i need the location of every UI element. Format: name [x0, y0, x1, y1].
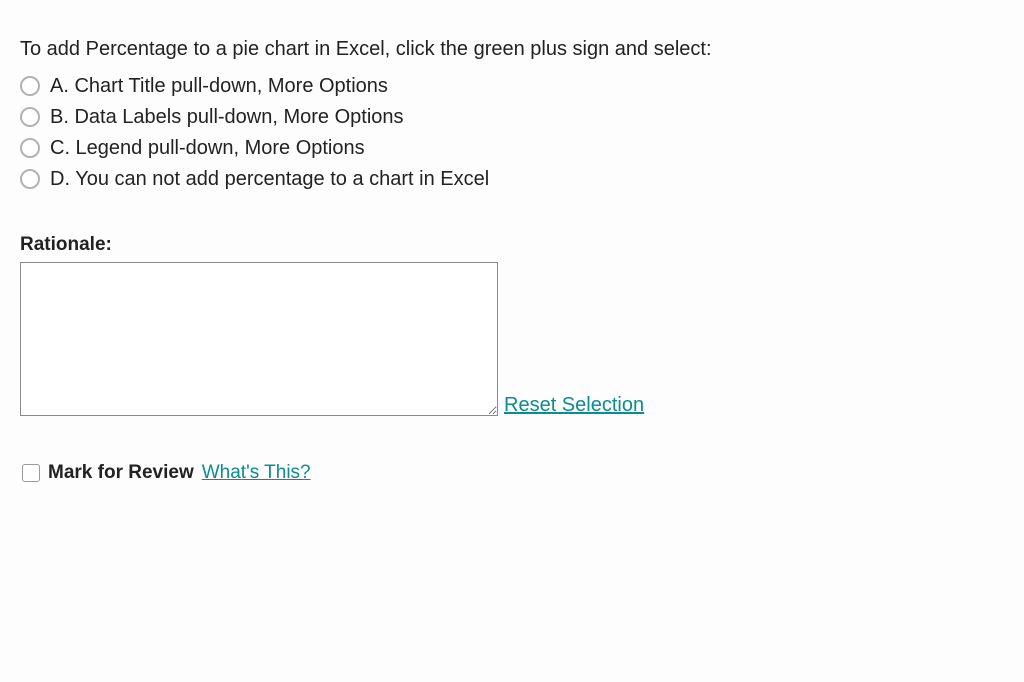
option-c-label: C. Legend pull-down, More Options: [50, 133, 365, 163]
option-c-row: C. Legend pull-down, More Options: [20, 133, 1004, 163]
option-a-radio[interactable]: [20, 76, 40, 96]
mark-for-review-checkbox[interactable]: [22, 464, 40, 482]
option-a-label: A. Chart Title pull-down, More Options: [50, 71, 388, 101]
option-c-radio[interactable]: [20, 138, 40, 158]
option-b-label: B. Data Labels pull-down, More Options: [50, 102, 404, 132]
option-d-label: D. You can not add percentage to a chart…: [50, 164, 489, 194]
option-b-row: B. Data Labels pull-down, More Options: [20, 102, 1004, 132]
rationale-row: Reset Selection: [20, 262, 1004, 416]
question-prompt: To add Percentage to a pie chart in Exce…: [20, 36, 1004, 63]
option-d-radio[interactable]: [20, 169, 40, 189]
mark-for-review-row: Mark for Review What's This?: [22, 462, 1004, 484]
option-b-radio[interactable]: [20, 107, 40, 127]
answer-options-group: A. Chart Title pull-down, More Options B…: [20, 71, 1004, 194]
option-d-row: D. You can not add percentage to a chart…: [20, 164, 1004, 194]
option-a-row: A. Chart Title pull-down, More Options: [20, 71, 1004, 101]
reset-selection-link[interactable]: Reset Selection: [504, 395, 644, 416]
whats-this-link[interactable]: What's This?: [202, 462, 311, 484]
rationale-heading: Rationale:: [20, 234, 1004, 256]
mark-for-review-label: Mark for Review: [48, 462, 194, 484]
rationale-section: Rationale: Reset Selection: [20, 234, 1004, 416]
rationale-textarea[interactable]: [20, 262, 498, 416]
